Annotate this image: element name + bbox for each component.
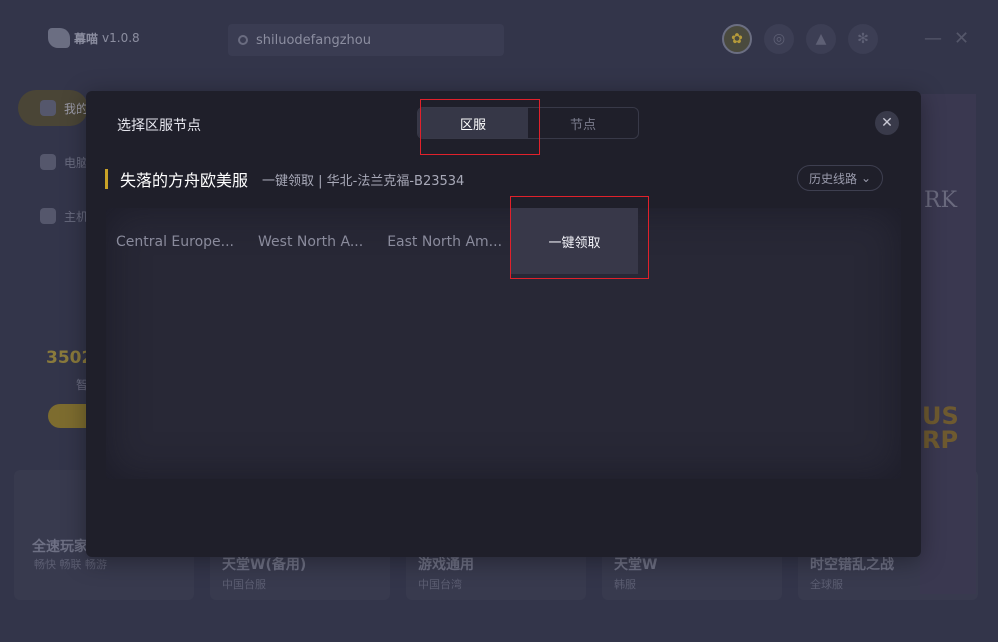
one-click-claim-button[interactable]: 一键领取 <box>511 208 638 274</box>
chevron-down-icon: ⌄ <box>860 171 872 185</box>
app-name: 幕喵 <box>74 31 99 46</box>
sidebar-icon <box>40 100 56 116</box>
game-name: 失落的方舟欧美服 <box>120 171 249 190</box>
card-subtitle: 中国台湾 <box>418 578 462 591</box>
gear-icon[interactable]: ✻ <box>848 24 878 54</box>
game-banner[interactable] <box>920 94 976 594</box>
card-subtitle: 中国台服 <box>222 578 266 591</box>
sidebar-item-label: 电脑 <box>64 155 89 170</box>
region-item[interactable]: East North Am... <box>387 234 502 250</box>
app-logo: 幕喵 v1.0.8 <box>48 28 140 48</box>
dialog-title: 选择区服节点 <box>117 118 201 134</box>
accent-bar <box>105 169 108 189</box>
card-title: 天堂W(备用) <box>222 557 307 573</box>
game-header: 失落的方舟欧美服 一键领取 | 华北-法兰克福-B23534 <box>105 167 464 191</box>
top-bar: 幕喵 v1.0.8 ✿ ◎ ▲ ✻ — ✕ <box>0 0 998 84</box>
card-title: 游戏通用 <box>418 557 474 573</box>
search-icon <box>238 35 248 45</box>
avatar-icon[interactable]: ✿ <box>722 24 752 54</box>
headset-icon[interactable]: ◎ <box>764 24 794 54</box>
region-item[interactable]: Central Europe... <box>116 234 234 250</box>
close-window-icon[interactable]: ✕ <box>954 28 969 49</box>
sidebar-item-console[interactable]: 主机 <box>18 198 88 234</box>
cat-logo-icon <box>48 28 70 48</box>
close-button[interactable]: ✕ <box>875 111 899 135</box>
history-route-button[interactable]: 历史线路 ⌄ <box>797 165 883 191</box>
close-icon: ✕ <box>881 115 893 131</box>
tab-group: 区服 节点 <box>417 107 639 139</box>
sidebar: 我的 电脑 主机 <box>18 90 88 252</box>
app-version: v1.0.8 <box>102 31 140 45</box>
card-subtitle: 韩服 <box>614 578 636 591</box>
sidebar-item-mine[interactable]: 我的 <box>18 90 88 126</box>
sidebar-icon <box>40 208 56 224</box>
region-item[interactable]: West North A... <box>258 234 363 250</box>
search-box[interactable] <box>228 24 504 56</box>
top-icons: ✿ ◎ ▲ ✻ <box>722 24 878 54</box>
game-info: 一键领取 | 华北-法兰克福-B23534 <box>262 173 465 189</box>
card-title: 天堂W <box>614 557 658 573</box>
banner-text: RK <box>924 188 957 213</box>
sidebar-item-pc[interactable]: 电脑 <box>18 144 88 180</box>
bell-icon[interactable]: ▲ <box>806 24 836 54</box>
card-title: 时空错乱之战 <box>810 557 894 573</box>
card-title: 全速玩家 <box>32 539 88 555</box>
region-list: Central Europe... West North A... East N… <box>116 208 502 276</box>
minimize-icon[interactable]: — <box>924 28 942 49</box>
tab-region[interactable]: 区服 <box>418 108 528 138</box>
region-panel: Central Europe... West North A... East N… <box>106 208 901 479</box>
sidebar-item-label: 我的 <box>64 101 89 116</box>
history-route-label: 历史线路 <box>808 171 857 186</box>
card-subtitle: 畅快 畅联 畅游 <box>34 558 107 571</box>
region-select-dialog: 选择区服节点 区服 节点 ✕ 失落的方舟欧美服 一键领取 | 华北-法兰克福-B… <box>86 91 921 557</box>
banner-text-2: US RP <box>922 402 959 454</box>
search-input[interactable] <box>256 32 476 48</box>
sidebar-item-label: 主机 <box>64 209 89 224</box>
sidebar-icon <box>40 154 56 170</box>
tab-node[interactable]: 节点 <box>528 108 638 138</box>
card-subtitle: 全球服 <box>810 578 843 591</box>
